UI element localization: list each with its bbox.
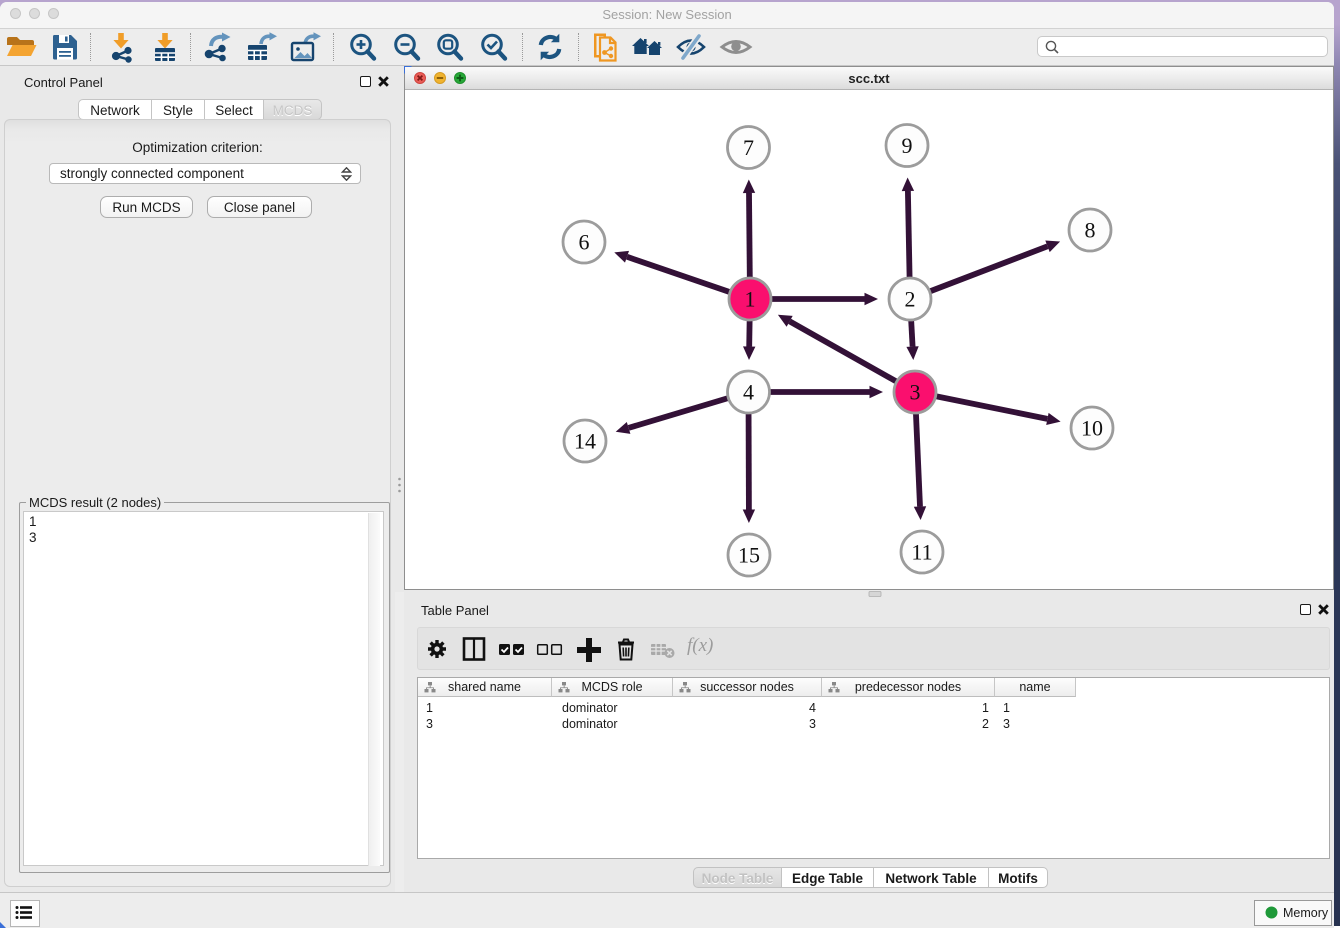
svg-text:10: 10 [1081,416,1103,441]
svg-text:6: 6 [579,230,590,255]
svg-text:4: 4 [743,380,754,405]
svg-text:1: 1 [745,287,756,312]
svg-text:2: 2 [905,287,916,312]
svg-text:7: 7 [743,135,754,160]
svg-text:3: 3 [910,380,921,405]
svg-text:14: 14 [574,429,596,454]
svg-text:11: 11 [911,540,932,565]
svg-text:8: 8 [1085,218,1096,243]
svg-text:9: 9 [902,133,913,158]
svg-text:15: 15 [738,543,760,568]
